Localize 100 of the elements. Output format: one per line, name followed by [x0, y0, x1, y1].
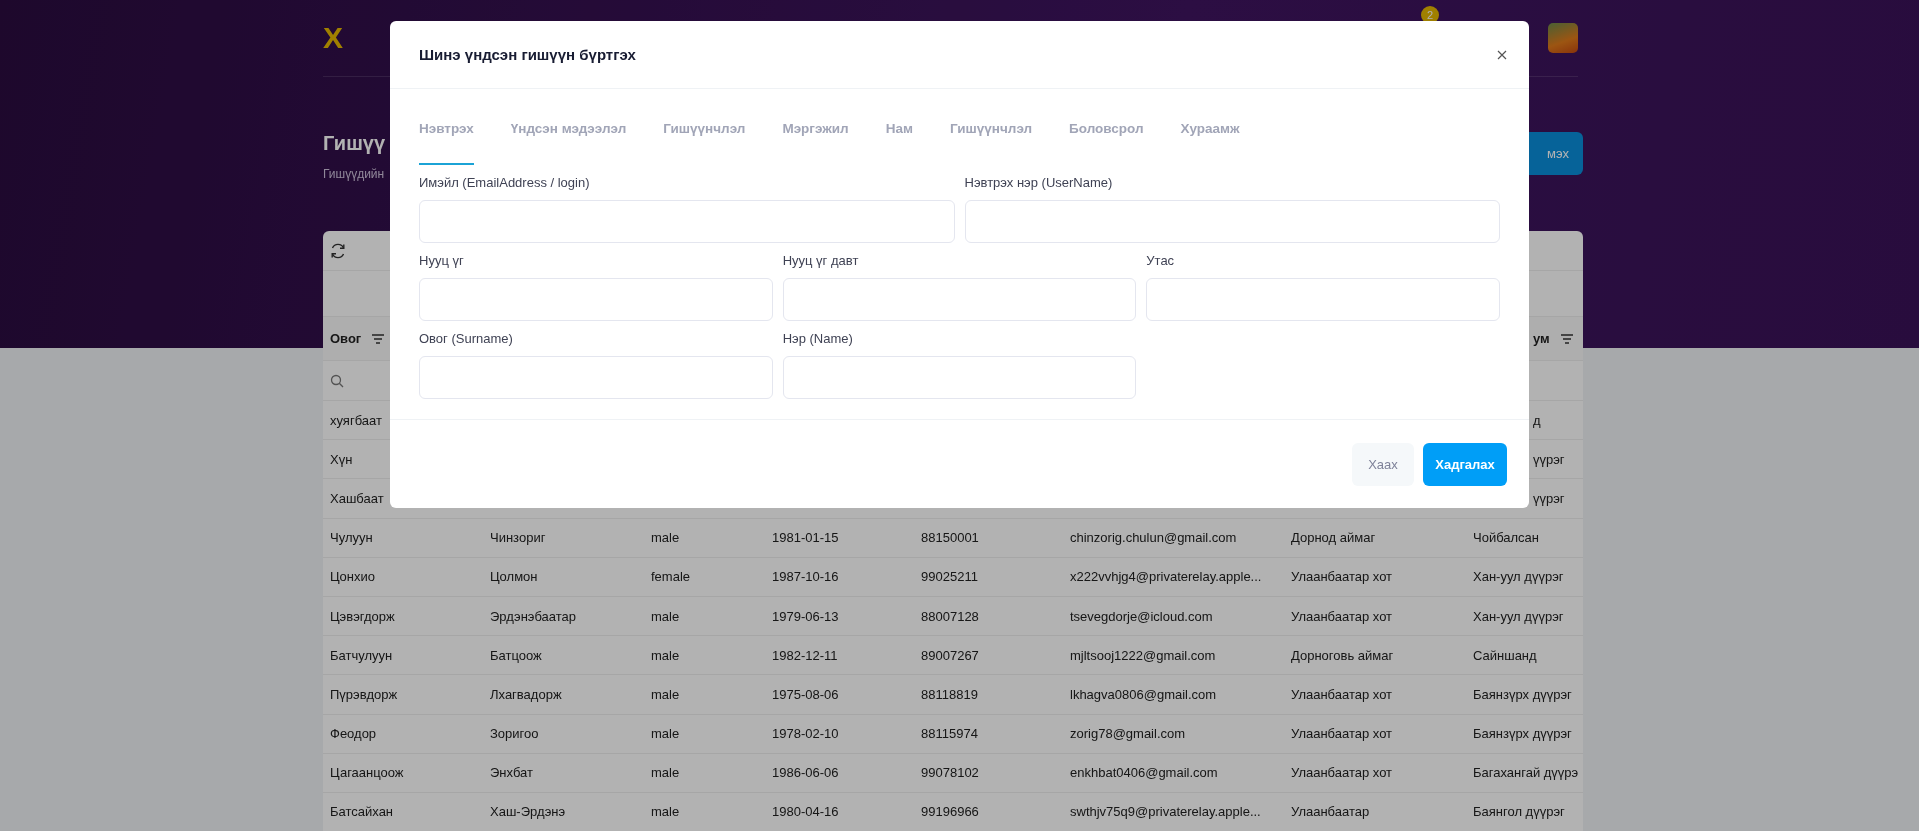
page-title: Гишүү	[323, 132, 386, 155]
field-label: Нэр (Name)	[782, 331, 854, 346]
table-cell-text: Цагаанцоож	[329, 765, 405, 781]
table-cell-text: tsevegdorje@icloud.com	[1069, 608, 1214, 624]
table-cell-text: 1980-04-16	[771, 804, 840, 820]
table-cell-text: 88118819	[920, 686, 979, 702]
table-cell-text: Улаанбаатар хот	[1290, 608, 1394, 624]
filter-icon[interactable]	[371, 332, 386, 345]
tab[interactable]: Үндсэн мэдээлэл	[510, 93, 627, 165]
table-cell-text: Чулуун	[329, 530, 374, 546]
table-cell-text: Феодор	[329, 726, 378, 742]
table-cell-text: mjltsooj1222@gmail.com	[1069, 647, 1217, 663]
refresh-icon[interactable]	[329, 241, 347, 260]
table-cell-text: male	[650, 608, 681, 624]
tab[interactable]: Гишүүнчлэл	[663, 93, 746, 165]
search-icon[interactable]	[330, 373, 344, 388]
close-button[interactable]: Хаах	[1352, 442, 1414, 486]
table-cell-text: Улаанбаатар	[1290, 804, 1371, 820]
logo[interactable]: X	[323, 23, 343, 53]
field-label: Нэвтрэх нэр (UserName)	[964, 175, 1114, 190]
table-cell-text: Эрдэнэбаатар	[489, 608, 578, 624]
table-cell-text: Хан-уул дүүрэг	[1472, 569, 1565, 585]
table-cell-text: x222vvhjg4@privaterelay.apple...	[1069, 569, 1263, 585]
close-icon[interactable]	[1497, 49, 1507, 60]
table-cell-text: Улаанбаатар хот	[1290, 686, 1394, 702]
table-cell-text: 88150001	[920, 530, 980, 546]
table-cell-text: 1982-12-11	[771, 647, 839, 663]
field-label: Овог (Surname)	[419, 331, 514, 346]
tab[interactable]: Мэргэжил	[782, 93, 849, 165]
table-cell-text: Пүрэвдорж	[329, 686, 399, 702]
table-cell-text: chinzorig.chulun@gmail.com	[1069, 530, 1238, 546]
avatar-photo-placeholder[interactable]	[1548, 23, 1578, 53]
table-cell-text: Зоригоо	[489, 726, 540, 742]
table-cell-text: Лхагвадорж	[489, 686, 563, 702]
field-label: Нууц үг давт	[782, 253, 860, 268]
table-cell-text: Баянгол дүүрэг	[1472, 804, 1566, 820]
table-cell-text: 99196966	[920, 804, 980, 820]
table-cell-text: Батчулуун	[329, 647, 394, 663]
table-cell-text: Энхбат	[489, 765, 534, 781]
table-cell-text: Хаш-Эрдэнэ	[489, 804, 567, 820]
page-subtitle: Гишүүдийн	[323, 167, 385, 181]
input-field[interactable]	[782, 278, 1137, 321]
table-cell-text: swthjv75q9@privaterelay.apple...	[1069, 804, 1262, 820]
input-field[interactable]	[419, 200, 955, 243]
table-cell-text: Чойбалсан	[1472, 530, 1541, 546]
table-cell-text: Цолмон	[489, 569, 539, 585]
modal-title: Шинэ үндсэн гишүүн бүртгэх	[419, 46, 636, 63]
table-cell-text: male	[650, 765, 681, 781]
input-field[interactable]	[419, 278, 773, 321]
table-cell-text: Цонхио	[329, 569, 377, 585]
table-cell-text: zorig78@gmail.com	[1069, 726, 1187, 742]
tab[interactable]: Нэвтрэх	[419, 93, 474, 165]
table-cell-text: male	[650, 804, 681, 820]
table-cell-text: Батцоож	[489, 647, 543, 663]
table-cell-text: 1981-01-15	[771, 530, 840, 546]
table-cell-text: үүрэг	[1532, 490, 1566, 506]
filter-icon[interactable]	[1559, 332, 1574, 345]
table-cell-text: Улаанбаатар хот	[1290, 765, 1394, 781]
input-field[interactable]	[782, 356, 1137, 399]
table-cell-text: 88115974	[920, 726, 979, 742]
table-cell-text: Улаанбаатар хот	[1290, 726, 1394, 742]
field-label: Имэйл (EmailAddress / login)	[419, 175, 591, 190]
table-cell-text: 99025211	[920, 569, 979, 585]
table-cell-text: male	[650, 686, 681, 702]
table-cell-text: 89007267	[920, 647, 980, 663]
table-cell-text: female	[650, 569, 692, 585]
table-cell-text: enkhbat0406@gmail.com	[1069, 765, 1219, 781]
tab[interactable]: Боловсрол	[1069, 93, 1144, 165]
table-cell-text: Баянзүрх дүүрэг	[1472, 686, 1573, 702]
input-field[interactable]	[1146, 278, 1500, 321]
field-label: Утас	[1146, 253, 1176, 268]
table-cell-text: 99078102	[920, 765, 980, 781]
table-cell-text: Багахангай дүүрэ	[1472, 765, 1580, 781]
table-cell-text: Хүн	[329, 451, 354, 467]
table-cell-text: Улаанбаатар хот	[1290, 569, 1394, 585]
table-cell-text: 1978-02-10	[771, 726, 840, 742]
field-label: Нууц үг	[419, 253, 465, 268]
column-header[interactable]: ум	[1533, 331, 1550, 346]
input-field[interactable]	[419, 356, 773, 399]
table-cell-text: 1979-06-13	[771, 608, 840, 624]
table-cell-text: Дорноговь аймаг	[1290, 647, 1395, 663]
tab[interactable]: Хураамж	[1180, 93, 1240, 165]
table-cell-text: 1986-06-06	[771, 765, 840, 781]
table-cell-text: 1987-10-16	[771, 569, 840, 585]
input-field[interactable]	[964, 200, 1500, 243]
table-cell-text: 1975-08-06	[771, 686, 840, 702]
table-cell-text: male	[650, 726, 681, 742]
table-cell-text: Дорнод аймаг	[1290, 530, 1377, 546]
tab[interactable]: Гишүүнчлэл	[949, 93, 1033, 165]
column-header[interactable]: Овог	[330, 331, 362, 346]
table-cell-text: Чинзориг	[489, 530, 547, 546]
table-cell-text: Сайншанд	[1472, 647, 1538, 663]
table-cell-text: д	[1532, 412, 1542, 428]
table-cell-text: 88007128	[920, 608, 980, 624]
tab[interactable]: Нам	[885, 93, 913, 165]
table-cell-text: lkhagva0806@gmail.com	[1069, 686, 1218, 702]
save-button[interactable]: Хадгалах	[1423, 442, 1507, 486]
table-cell-text: male	[650, 647, 681, 663]
table-cell-text: Батсайхан	[329, 804, 395, 820]
table-cell-text: Цэвэгдорж	[329, 608, 396, 624]
